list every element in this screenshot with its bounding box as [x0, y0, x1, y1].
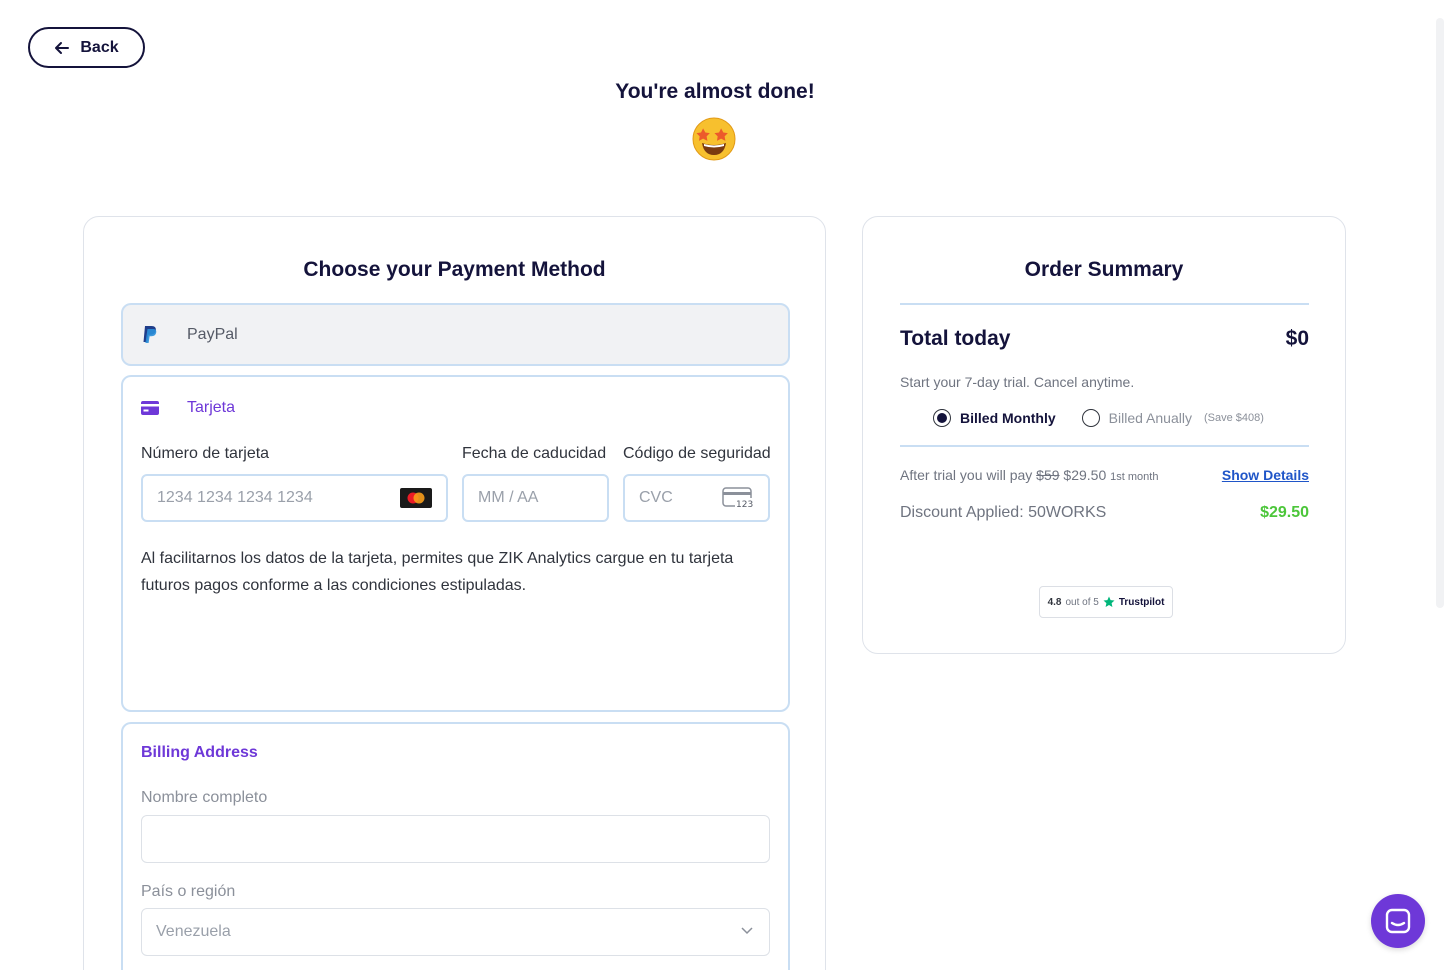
billing-period-options: Billed Monthly Billed Anually (Save $408… — [933, 409, 1264, 427]
credit-card-icon — [141, 401, 159, 415]
after-trial-prefix: After trial you will pay — [900, 467, 1033, 483]
first-month-label: 1st month — [1110, 471, 1159, 483]
full-name-label: Nombre completo — [141, 789, 268, 806]
show-details-link[interactable]: Show Details — [1222, 467, 1309, 483]
paypal-icon — [143, 325, 157, 343]
expiry-input[interactable]: MM / AA — [462, 474, 609, 522]
total-label: Total today — [900, 327, 1011, 350]
star-struck-emoji — [692, 117, 736, 161]
new-price: $29.50 — [1063, 467, 1107, 483]
back-button[interactable]: Back — [28, 27, 145, 68]
trustpilot-badge[interactable]: 4.8 out of 5 Trustpilot — [1039, 586, 1173, 618]
billing-address-section: Billing Address Nombre completo País o r… — [121, 722, 790, 970]
payment-method-title: Choose your Payment Method — [303, 258, 606, 281]
billed-monthly-radio[interactable] — [933, 409, 951, 427]
chat-launcher-button[interactable] — [1371, 894, 1425, 948]
trustpilot-brand: Trustpilot — [1118, 596, 1165, 608]
trustpilot-star-icon — [1103, 596, 1115, 607]
after-trial-text: After trial you will pay $59 $29.50 1st … — [900, 467, 1158, 483]
card-option[interactable]: Tarjeta Número de tarjeta 1234 1234 1234… — [121, 375, 790, 712]
paypal-option[interactable]: PayPal — [121, 303, 790, 366]
cvc-label: Código de seguridad — [623, 445, 771, 462]
country-select[interactable]: Venezuela — [141, 908, 770, 956]
card-consent-text: Al facilitarnos los datos de la tarjeta,… — [141, 550, 734, 594]
discount-value: $29.50 — [1260, 504, 1309, 521]
summary-divider-mid — [900, 445, 1309, 447]
order-summary-card: Order Summary Total today $0 Start your … — [862, 216, 1346, 654]
checkout-page: Back You're almost done! Choose your Pay… — [0, 0, 1447, 970]
full-name-input[interactable] — [141, 815, 770, 863]
order-summary-title: Order Summary — [1024, 258, 1184, 281]
discount-row: Discount Applied: 50WORKS $29.50 — [900, 504, 1309, 522]
trustpilot-rating: 4.8 — [1047, 596, 1062, 608]
billed-annually-option[interactable]: Billed Anually (Save $408) — [1081, 409, 1264, 427]
summary-divider-top — [900, 303, 1309, 305]
mastercard-icon — [400, 488, 432, 508]
country-label: País o región — [141, 883, 236, 900]
billed-monthly-option[interactable]: Billed Monthly — [933, 409, 1056, 427]
card-number-placeholder: 1234 1234 1234 1234 — [157, 489, 313, 506]
chat-icon — [1385, 908, 1411, 934]
page-scrollbar[interactable] — [1436, 18, 1444, 608]
billed-annually-radio[interactable] — [1081, 409, 1100, 427]
paypal-label: PayPal — [187, 325, 238, 343]
card-label: Tarjeta — [187, 399, 236, 416]
cvc-card-icon: 123 — [722, 487, 754, 509]
card-number-label: Número de tarjeta — [141, 445, 270, 462]
arrow-left-icon — [55, 41, 70, 54]
expiry-placeholder: MM / AA — [478, 489, 539, 506]
after-trial-row: After trial you will pay $59 $29.50 1st … — [900, 467, 1309, 483]
total-value: $0 — [1285, 327, 1309, 350]
back-label: Back — [80, 38, 119, 56]
page-title: You're almost done! — [615, 80, 815, 103]
billed-monthly-label: Billed Monthly — [960, 410, 1056, 426]
payment-method-card: Choose your Payment Method PayPal Tarjet… — [83, 216, 826, 970]
trustpilot-out-of: out of 5 — [1065, 596, 1099, 608]
chevron-down-icon — [741, 927, 753, 935]
discount-label: Discount Applied: 50WORKS — [900, 504, 1107, 521]
country-value: Venezuela — [156, 923, 231, 940]
old-price: $59 — [1036, 467, 1060, 483]
billing-title: Billing Address — [141, 744, 258, 761]
card-number-input[interactable]: 1234 1234 1234 1234 — [141, 474, 448, 522]
cvc-placeholder: CVC — [639, 489, 673, 506]
cvc-input[interactable]: CVC 123 — [623, 474, 770, 522]
expiry-label: Fecha de caducidad — [462, 445, 607, 462]
trial-text: Start your 7-day trial. Cancel anytime. — [900, 374, 1135, 390]
cvc-icon-text: 123 — [736, 500, 753, 509]
annual-savings-badge: (Save $408) — [1203, 412, 1264, 424]
total-today-row: Total today $0 — [900, 327, 1309, 351]
billed-annually-label: Billed Anually — [1108, 410, 1192, 426]
